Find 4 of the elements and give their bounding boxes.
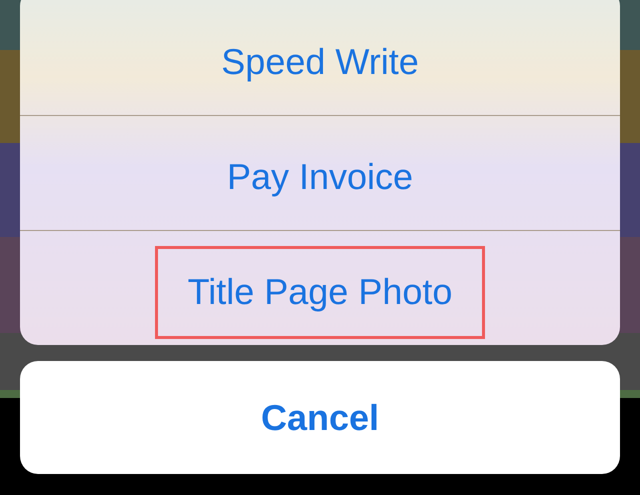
cancel-button[interactable]: Cancel	[20, 361, 620, 474]
action-button[interactable]: Pay Invoice	[194, 130, 446, 224]
action-button[interactable]: Title Page Photo	[154, 246, 486, 338]
action-button[interactable]: Speed Write	[188, 15, 452, 108]
